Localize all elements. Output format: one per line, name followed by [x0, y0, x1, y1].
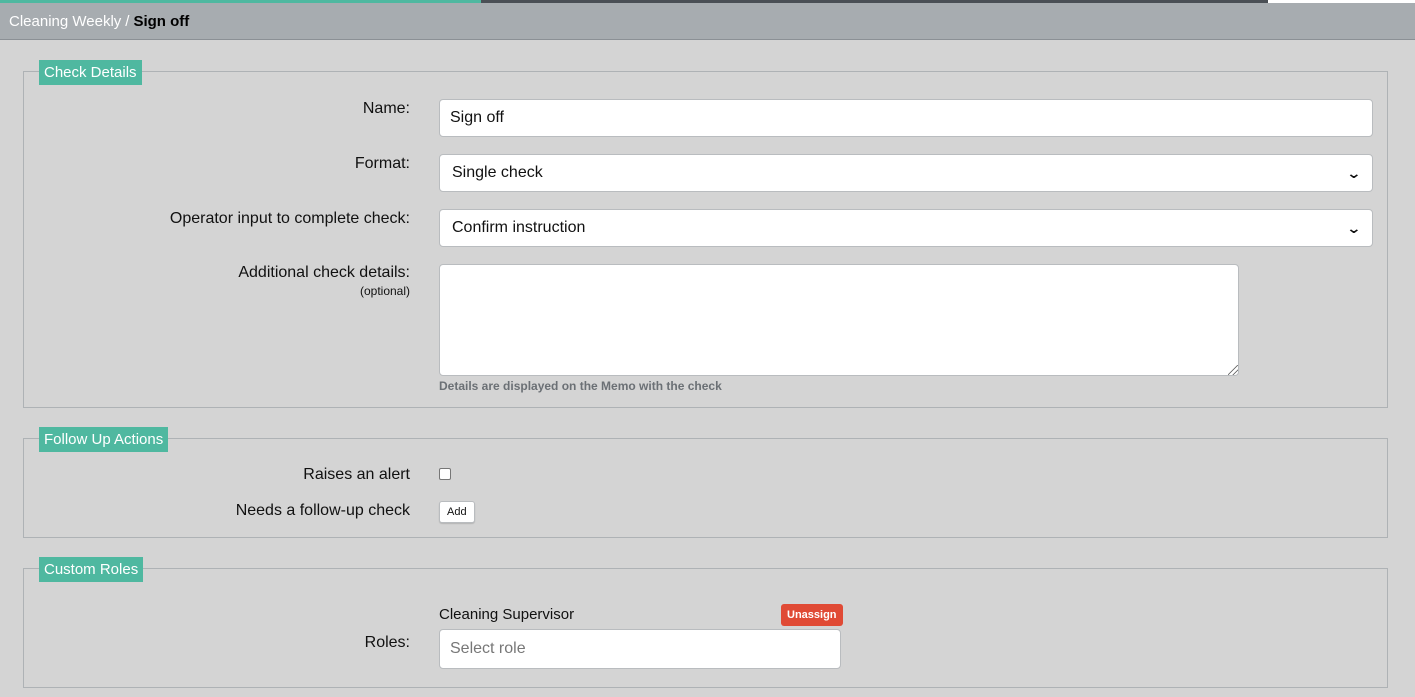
custom-roles-legend: Custom Roles — [39, 557, 144, 582]
additional-details-label-text: Additional check details: — [238, 264, 410, 281]
check-details-panel: Check Details Name: Format: Single check… — [23, 60, 1388, 408]
breadcrumb-current: Sign off — [133, 12, 190, 30]
breadcrumb-separator: / — [125, 12, 130, 30]
operator-input-selected-value: Confirm instruction — [452, 219, 586, 236]
resize-grip-icon[interactable] — [1228, 365, 1238, 375]
raises-alert-label: Raises an alert — [303, 466, 410, 483]
name-input[interactable] — [439, 99, 1373, 137]
name-label: Name: — [362, 100, 410, 117]
assigned-role-name: Cleaning Supervisor — [439, 606, 575, 623]
format-label: Format: — [354, 155, 410, 172]
optional-sublabel: (optional) — [359, 284, 410, 298]
raises-alert-checkbox[interactable] — [439, 468, 451, 480]
chevron-down-icon: ⌄ — [1346, 164, 1362, 181]
additional-details-wrapper: Details are displayed on the Memo with t… — [439, 264, 1239, 393]
additional-details-label: Additional check details: (optional) — [238, 264, 410, 298]
additional-details-textarea[interactable] — [439, 264, 1239, 376]
additional-details-hint: Details are displayed on the Memo with t… — [439, 379, 722, 393]
follow-up-actions-panel: Follow Up Actions Raises an alert Needs … — [23, 427, 1388, 538]
breadcrumb: Cleaning Weekly / Sign off — [0, 3, 1415, 40]
follow-up-actions-legend: Follow Up Actions — [39, 427, 169, 452]
chevron-down-icon: ⌄ — [1346, 219, 1362, 236]
unassign-button[interactable]: Unassign — [781, 604, 843, 626]
custom-roles-panel: Custom Roles Cleaning Supervisor Unassig… — [23, 557, 1388, 688]
add-follow-up-button[interactable]: Add — [439, 501, 475, 523]
operator-input-label: Operator input to complete check: — [169, 210, 410, 227]
select-role-input[interactable]: Select role — [439, 629, 841, 669]
breadcrumb-parent-link[interactable]: Cleaning Weekly — [9, 13, 121, 30]
follow-up-check-label: Needs a follow-up check — [235, 502, 410, 519]
check-details-legend: Check Details — [39, 60, 142, 85]
name-field-wrapper — [439, 99, 1373, 137]
format-selected-value: Single check — [452, 164, 543, 181]
roles-label: Roles: — [364, 634, 410, 651]
operator-input-select[interactable]: Confirm instruction ⌄ — [439, 209, 1373, 247]
format-select[interactable]: Single check ⌄ — [439, 154, 1373, 192]
